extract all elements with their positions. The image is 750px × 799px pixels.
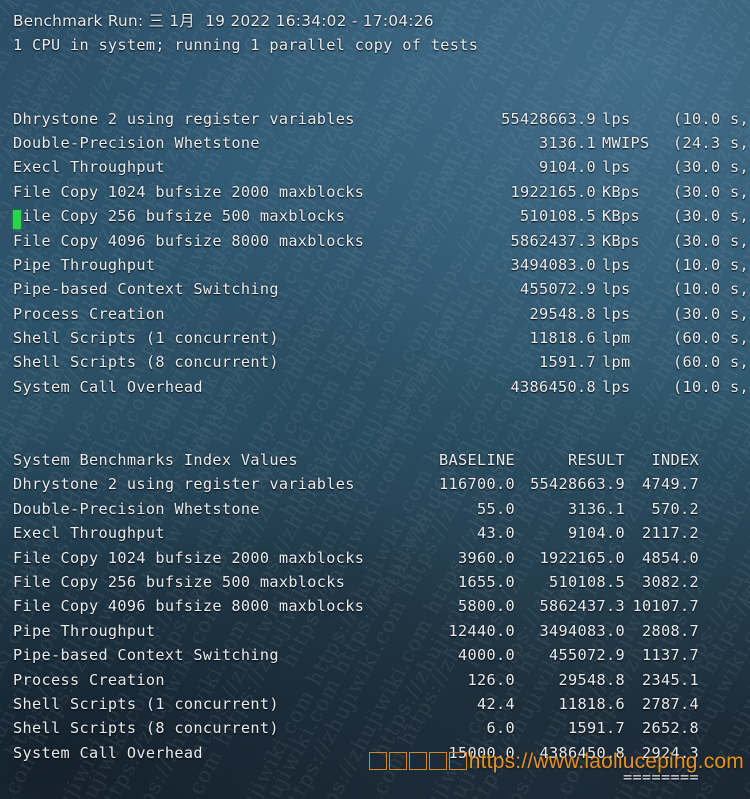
- benchmark-result-row: File Copy 1024 bufsize 2000 maxblocks192…: [13, 180, 750, 204]
- benchmark-result-row: Dhrystone 2 using register variables5542…: [13, 107, 750, 131]
- benchmark-result-value: 11818.6: [13, 326, 596, 350]
- index-table-row: File Copy 4096 bufsize 8000 maxblocks580…: [13, 594, 750, 618]
- raw-results-block: Dhrystone 2 using register variables5542…: [13, 107, 750, 400]
- benchmark-result-row: Execl Throughput9104.0lps(30.0 s, 2 samp…: [13, 155, 750, 179]
- missing-glyph-box: [369, 752, 387, 770]
- index-row-index: 4854.0: [13, 546, 699, 570]
- cpu-info-line: 1 CPU in system; running 1 parallel copy…: [13, 33, 750, 57]
- benchmark-result-samples: (10.0 s, 7 samples): [673, 253, 750, 277]
- index-table-row: Shell Scripts (8 concurrent)6.01591.7265…: [13, 716, 750, 740]
- benchmark-result-unit: lpm: [602, 326, 630, 350]
- index-row-index: 4749.7: [13, 472, 699, 496]
- benchmark-result-value: 510108.5: [13, 204, 596, 228]
- benchmark-result-unit: lpm: [602, 350, 630, 374]
- terminal-screen: Benchmark Run: 三 1月 19 2022 16:34:02 - 1…: [0, 0, 750, 799]
- benchmark-result-value: 455072.9: [13, 277, 596, 301]
- index-table-row: Process Creation126.029548.82345.1: [13, 668, 750, 692]
- benchmark-result-row: Pipe-based Context Switching455072.9lps(…: [13, 277, 750, 301]
- cpu-info-text: 1 CPU in system; running 1 parallel copy…: [13, 33, 478, 57]
- spacer-line: [13, 424, 750, 448]
- watermark-url-text: https://www.laoliuceping.com: [469, 750, 744, 773]
- benchmark-result-row: Process Creation29548.8lps(30.0 s, 2 sam…: [13, 302, 750, 326]
- terminal-window: https://zhujiwiki.com https://zhujiwiki.…: [0, 0, 750, 799]
- column-header-index: INDEX: [13, 448, 699, 472]
- benchmark-result-samples: (24.3 s, 7 samples): [673, 131, 750, 155]
- spacer-line: [13, 399, 750, 423]
- benchmark-result-unit: lps: [602, 375, 630, 399]
- index-table-row: Pipe Throughput12440.03494083.02808.7: [13, 619, 750, 643]
- benchmark-result-value: 4386450.8: [13, 375, 596, 399]
- benchmark-run-line: Benchmark Run: 三 1月 19 2022 16:34:02 - 1…: [13, 9, 750, 33]
- benchmark-result-samples: (10.0 s, 7 samples): [673, 107, 750, 131]
- index-table-row: File Copy 1024 bufsize 2000 maxblocks396…: [13, 546, 750, 570]
- benchmark-result-unit: KBps: [602, 180, 640, 204]
- benchmark-result-unit: MWIPS: [602, 131, 649, 155]
- benchmark-result-row: Double-Precision Whetstone3136.1MWIPS(24…: [13, 131, 750, 155]
- spacer-line: [13, 58, 750, 82]
- benchmark-result-value: 9104.0: [13, 155, 596, 179]
- benchmark-result-row: Pipe Throughput3494083.0lps(10.0 s, 7 sa…: [13, 253, 750, 277]
- missing-glyph-box: [429, 752, 447, 770]
- benchmark-result-unit: lps: [602, 277, 630, 301]
- benchmark-result-value: 29548.8: [13, 302, 596, 326]
- benchmark-result-samples: (30.0 s, 2 samples): [673, 155, 750, 179]
- benchmark-result-samples: (30.0 s, 2 samples): [673, 302, 750, 326]
- index-row-index: 2117.2: [13, 521, 699, 545]
- benchmark-result-samples: (60.0 s, 2 samples): [673, 326, 750, 350]
- benchmark-result-samples: (30.0 s, 2 samples): [673, 229, 750, 253]
- index-row-index: 2345.1: [13, 668, 699, 692]
- spacer-line: [13, 82, 750, 106]
- index-row-index: 10107.7: [13, 594, 699, 618]
- index-row-index: 3082.2: [13, 570, 699, 594]
- index-row-index: 1137.7: [13, 643, 699, 667]
- index-table-row: File Copy 256 bufsize 500 maxblocks1655.…: [13, 570, 750, 594]
- missing-glyph-box: [449, 752, 467, 770]
- benchmark-result-samples: (60.0 s, 2 samples): [673, 350, 750, 374]
- benchmark-result-unit: KBps: [602, 229, 640, 253]
- benchmark-result-unit: lps: [602, 253, 630, 277]
- benchmark-result-row: Shell Scripts (8 concurrent)1591.7lpm(60…: [13, 350, 750, 374]
- benchmark-result-value: 1922165.0: [13, 180, 596, 204]
- benchmark-result-row: File Copy 4096 bufsize 8000 maxblocks586…: [13, 229, 750, 253]
- benchmark-result-samples: (30.0 s, 2 samples): [673, 180, 750, 204]
- index-table-row: Double-Precision Whetstone55.03136.1570.…: [13, 497, 750, 521]
- index-row-index: 570.2: [13, 497, 699, 521]
- benchmark-result-value: 5862437.3: [13, 229, 596, 253]
- benchmark-result-value: 55428663.9: [13, 107, 596, 131]
- index-table-body: Dhrystone 2 using register variables1167…: [13, 472, 750, 765]
- index-table-row: Dhrystone 2 using register variables1167…: [13, 472, 750, 496]
- benchmark-result-unit: KBps: [602, 204, 640, 228]
- missing-glyph-box: [409, 752, 427, 770]
- index-row-index: 2787.4: [13, 692, 699, 716]
- benchmark-result-value: 3136.1: [13, 131, 596, 155]
- benchmark-result-value: 3494083.0: [13, 253, 596, 277]
- spacer-line: [13, 790, 750, 799]
- index-table-row: Shell Scripts (1 concurrent)42.411818.62…: [13, 692, 750, 716]
- benchmark-result-unit: lps: [602, 107, 630, 131]
- benchmark-result-samples: (10.0 s, 7 samples): [673, 277, 750, 301]
- index-row-index: 2808.7: [13, 619, 699, 643]
- tofu-boxes: [369, 750, 469, 773]
- benchmark-result-row: File Copy 256 bufsize 500 maxblocks51010…: [13, 204, 750, 228]
- benchmark-result-samples: (30.0 s, 2 samples): [673, 204, 750, 228]
- benchmark-result-unit: lps: [602, 155, 630, 179]
- benchmark-result-row: Shell Scripts (1 concurrent)11818.6lpm(6…: [13, 326, 750, 350]
- benchmark-result-unit: lps: [602, 302, 630, 326]
- benchmark-run-text: Benchmark Run: 三 1月 19 2022 16:34:02 - 1…: [13, 9, 434, 33]
- benchmark-result-samples: (10.0 s, 7 samples): [673, 375, 750, 399]
- benchmark-result-row: System Call Overhead4386450.8lps(10.0 s,…: [13, 375, 750, 399]
- missing-glyph-box: [389, 752, 407, 770]
- index-table-header-row: System Benchmarks Index Values BASELINE …: [13, 448, 750, 472]
- watermark-url: https://www.laoliuceping.com: [369, 750, 744, 774]
- benchmark-result-value: 1591.7: [13, 350, 596, 374]
- index-table-row: Pipe-based Context Switching4000.0455072…: [13, 643, 750, 667]
- index-table-row: Execl Throughput43.09104.02117.2: [13, 521, 750, 545]
- index-row-index: 2652.8: [13, 716, 699, 740]
